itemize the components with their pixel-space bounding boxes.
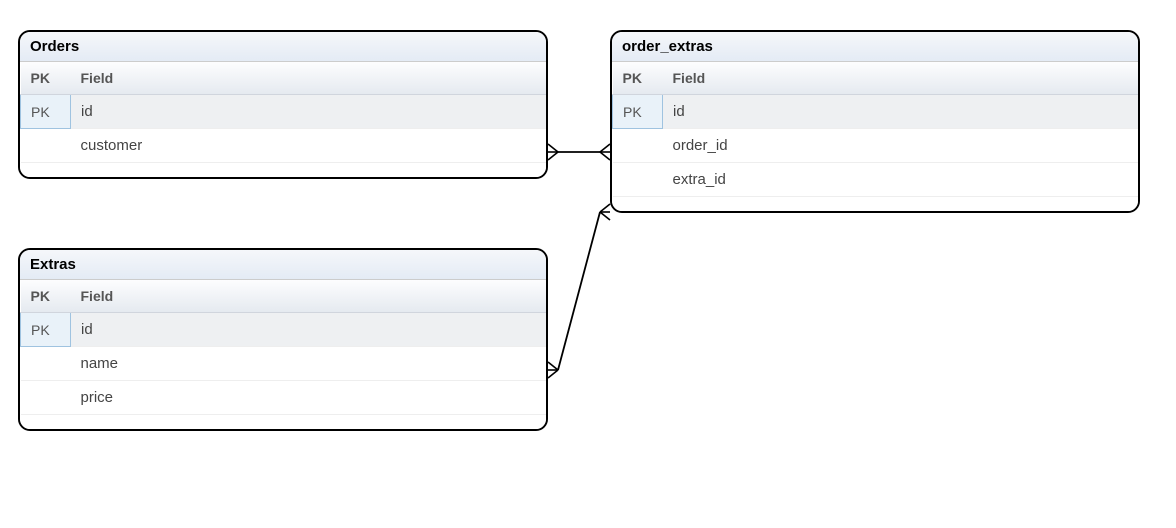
entity-title: order_extras (612, 32, 1138, 62)
pk-cell: PK (21, 313, 71, 347)
relation-extras-to-order-extras (548, 200, 628, 385)
field-cell: order_id (663, 129, 1139, 163)
table-row[interactable]: PK id (613, 95, 1139, 129)
field-cell: extra_id (663, 163, 1139, 197)
field-cell: price (71, 381, 547, 415)
column-header-field: Field (663, 62, 1139, 95)
pk-cell (613, 129, 663, 163)
entity-order-extras[interactable]: order_extras PK Field PK id order_id (610, 30, 1140, 213)
entity-title: Orders (20, 32, 546, 62)
entity-footer (20, 163, 546, 177)
pk-cell (21, 129, 71, 163)
entity-extras[interactable]: Extras PK Field PK id name pr (18, 248, 548, 431)
entity-footer (612, 197, 1138, 211)
table-row[interactable]: extra_id (613, 163, 1139, 197)
field-cell: id (71, 313, 547, 347)
table-row[interactable]: PK id (21, 95, 547, 129)
pk-cell: PK (613, 95, 663, 129)
entity-orders[interactable]: Orders PK Field PK id customer (18, 30, 548, 179)
entity-title: Extras (20, 250, 546, 280)
entity-table: PK Field PK id order_id extra_id (612, 62, 1138, 197)
field-cell: name (71, 347, 547, 381)
entity-table: PK Field PK id customer (20, 62, 546, 163)
column-header-field: Field (71, 62, 547, 95)
table-row[interactable]: customer (21, 129, 547, 163)
column-header-pk: PK (21, 280, 71, 313)
er-diagram-canvas: Orders PK Field PK id customer (0, 0, 1176, 528)
table-row[interactable]: order_id (613, 129, 1139, 163)
field-cell: id (71, 95, 547, 129)
pk-cell (21, 347, 71, 381)
relation-orders-to-order-extras (548, 140, 610, 180)
table-row[interactable]: price (21, 381, 547, 415)
table-row[interactable]: PK id (21, 313, 547, 347)
table-row[interactable]: name (21, 347, 547, 381)
entity-table: PK Field PK id name price (20, 280, 546, 415)
field-cell: id (663, 95, 1139, 129)
pk-cell (21, 381, 71, 415)
column-header-pk: PK (613, 62, 663, 95)
pk-cell (613, 163, 663, 197)
field-cell: customer (71, 129, 547, 163)
entity-footer (20, 415, 546, 429)
column-header-field: Field (71, 280, 547, 313)
pk-cell: PK (21, 95, 71, 129)
column-header-pk: PK (21, 62, 71, 95)
